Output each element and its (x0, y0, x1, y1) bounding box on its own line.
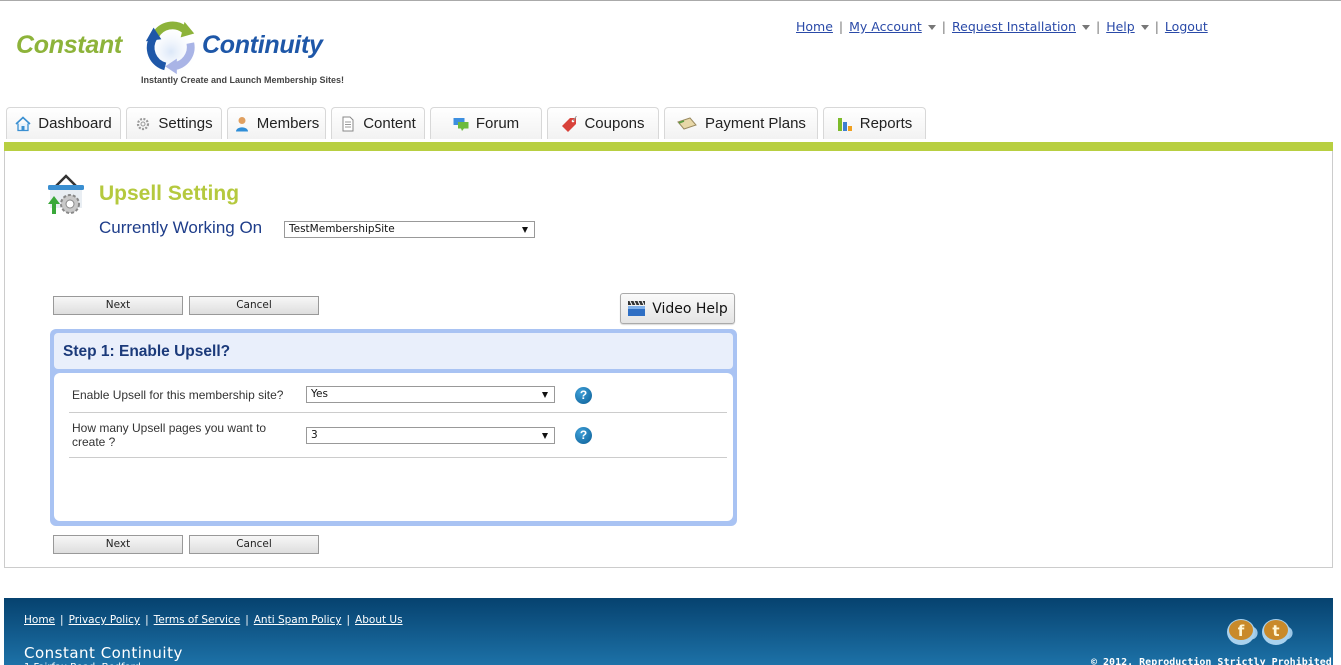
user-icon (235, 116, 248, 131)
upsell-pages-select[interactable]: 3 (306, 427, 555, 444)
form-row-enable-upsell: Enable Upsell for this membership site? … (69, 373, 727, 413)
tab-content[interactable]: Content (331, 107, 425, 139)
help-icon[interactable]: ? (575, 427, 592, 444)
tab-label: Members (256, 115, 320, 132)
logo-cycle-icon (143, 21, 199, 76)
chat-bubbles-icon (453, 117, 469, 131)
select-value: Yes (311, 388, 328, 400)
separator: | (60, 614, 64, 626)
tab-dashboard[interactable]: Dashboard (6, 107, 121, 139)
document-icon (342, 116, 354, 131)
dropdown-arrow-icon (522, 227, 528, 233)
tab-reports[interactable]: Reports (823, 107, 926, 139)
enable-upsell-label: Enable Upsell for this membership site? (72, 388, 284, 402)
next-button-bottom[interactable]: Next (53, 535, 183, 554)
caret-down-icon[interactable] (1140, 25, 1149, 30)
upsell-pages-label: How many Upsell pages you want to create… (72, 421, 267, 449)
help-icon[interactable]: ? (575, 387, 592, 404)
tab-label: Dashboard (38, 115, 112, 132)
tab-label: Coupons (584, 115, 645, 132)
page-title: Upsell Setting (99, 182, 240, 205)
clapperboard-icon (628, 300, 646, 316)
svg-text:f: f (1238, 622, 1245, 640)
site-footer: Home | Privacy Policy | Terms of Service | Ant… (4, 598, 1333, 665)
next-button-top[interactable]: Next (53, 296, 183, 315)
footer-home-link[interactable]: Home (24, 614, 55, 626)
video-help-label: Video Help (652, 300, 728, 317)
money-icon (677, 116, 697, 130)
separator: | (346, 614, 351, 626)
separator: | (245, 614, 249, 626)
select-value: 3 (311, 429, 318, 441)
form-row-upsell-pages: How many Upsell pages you want to create… (69, 413, 727, 458)
enable-upsell-select[interactable]: Yes (306, 386, 555, 403)
topnav-home-link[interactable]: Home (796, 19, 833, 34)
svg-text:t: t (1272, 622, 1279, 640)
bar-chart-icon (837, 117, 852, 131)
video-help-button[interactable]: Video Help (620, 293, 735, 324)
select-value: TestMembershipSite (289, 223, 395, 235)
topnav-my-account-link[interactable]: My Account (849, 19, 922, 34)
footer-about-us-link[interactable]: About Us (355, 614, 403, 626)
dropdown-arrow-icon (542, 433, 548, 439)
footer-brand: Constant Continuity (24, 644, 183, 662)
tab-label: Content (363, 115, 416, 132)
separator: | (145, 614, 149, 626)
main-content: Upsell Setting Currently Working On Test… (4, 151, 1333, 568)
separator: | (941, 19, 946, 34)
tab-payment-plans[interactable]: Payment Plans (664, 107, 818, 139)
main-tabs: Dashboard Settings Members Content Forum… (6, 107, 926, 142)
step-header: Step 1: Enable Upsell? (54, 333, 733, 369)
gear-icon (137, 117, 150, 130)
logo-tagline: Instantly Create and Launch Membership S… (141, 75, 345, 85)
topnav-logout-link[interactable]: Logout (1165, 19, 1208, 34)
separator: | (838, 19, 844, 34)
basket-gear-icon (48, 174, 84, 214)
caret-down-icon[interactable] (1081, 25, 1090, 30)
price-tag-icon (562, 115, 578, 132)
footer-anti-spam-link[interactable]: Anti Spam Policy (254, 614, 342, 626)
footer-links: Home | Privacy Policy | Terms of Service | Ant… (24, 614, 403, 626)
site-logo[interactable]: Constant Continuity Instantly Create and… (14, 17, 354, 89)
tab-settings[interactable]: Settings (126, 107, 222, 139)
tab-label: Reports (859, 115, 913, 132)
cancel-button-bottom[interactable]: Cancel (189, 535, 319, 554)
tab-label: Forum (475, 115, 520, 132)
logo-word-continuity: Continuity (202, 31, 323, 59)
caret-down-icon[interactable] (927, 25, 936, 30)
membership-site-select[interactable]: TestMembershipSite (284, 221, 535, 238)
dropdown-arrow-icon (542, 392, 548, 398)
tab-coupons[interactable]: Coupons (547, 107, 659, 139)
topnav-request-installation-link[interactable]: Request Installation (952, 19, 1076, 34)
tab-forum[interactable]: Forum (430, 107, 542, 139)
tab-underline-bar (4, 142, 1333, 151)
tab-members[interactable]: Members (227, 107, 326, 139)
home-icon (15, 115, 31, 131)
step-panel: Step 1: Enable Upsell? Enable Upsell for… (50, 329, 737, 526)
step-title: Step 1: Enable Upsell? (63, 343, 231, 360)
separator: | (1154, 19, 1159, 34)
footer-privacy-policy-link[interactable]: Privacy Policy (69, 614, 141, 626)
step-body: Enable Upsell for this membership site? … (54, 373, 733, 521)
facebook-icon[interactable]: f (1226, 616, 1260, 646)
copyright-text: © 2012. Reproduction Strictly Prohibited (1091, 657, 1332, 665)
top-navigation: Home | My Account | Request Installation | Hel… (796, 19, 1208, 34)
tab-label: Settings (158, 115, 213, 132)
tab-label: Payment Plans (705, 115, 806, 132)
twitter-icon[interactable]: t (1261, 616, 1295, 646)
working-on-label: Currently Working On (99, 218, 263, 237)
separator: | (1095, 19, 1101, 34)
topnav-help-link[interactable]: Help (1106, 19, 1135, 34)
footer-terms-link[interactable]: Terms of Service (154, 614, 241, 626)
cancel-button-top[interactable]: Cancel (189, 296, 319, 315)
logo-word-constant: Constant (16, 31, 122, 59)
